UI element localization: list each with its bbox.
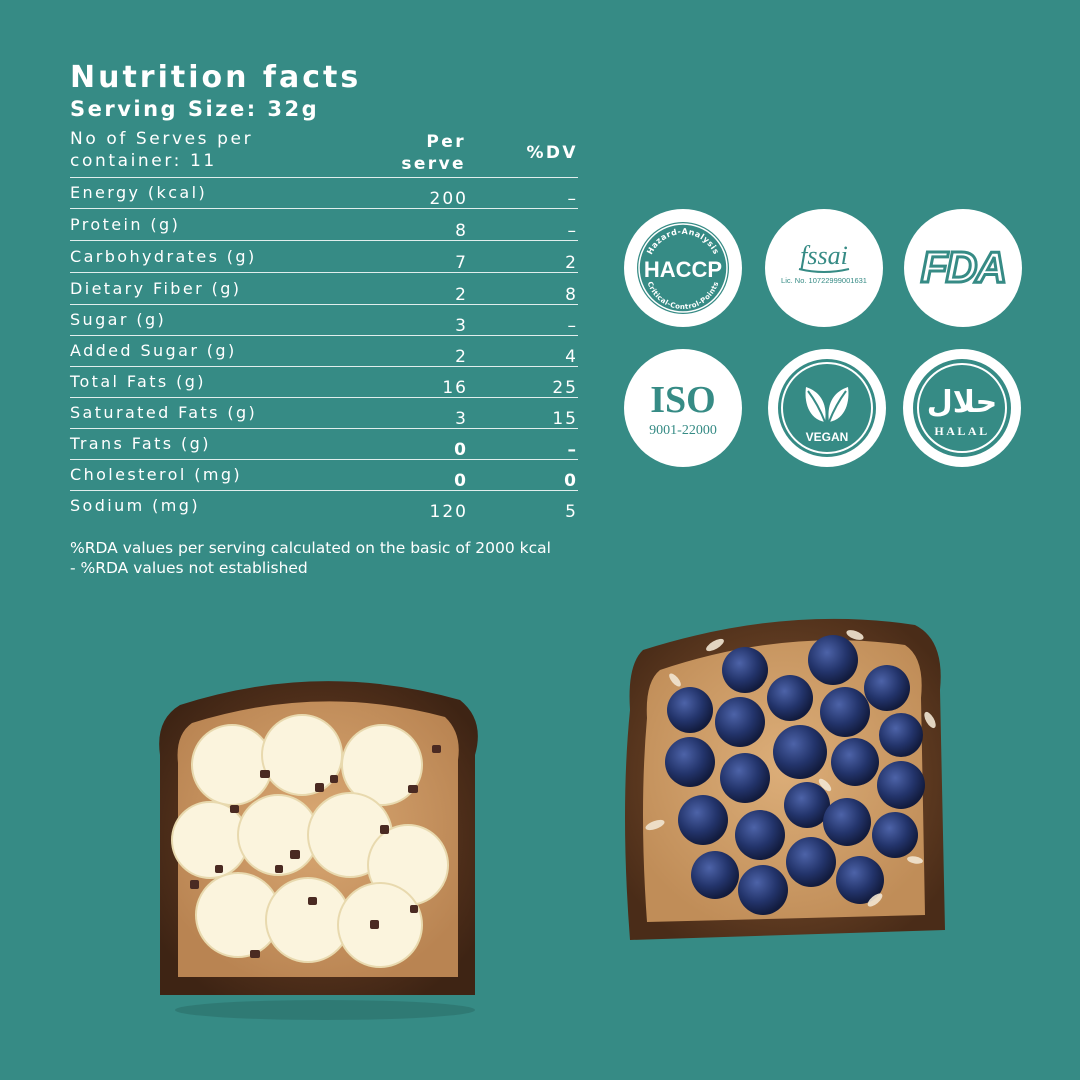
dv-value: 25	[552, 378, 578, 398]
iso-badge: ISO 9001-22000	[624, 349, 742, 467]
haccp-seal-icon: Hazard-Analysis Critical-Control-Points …	[637, 222, 729, 314]
dv-value: –	[567, 316, 578, 336]
per-serve-value: 2	[455, 347, 468, 367]
table-row: Total Fats (g) 16 25	[70, 367, 578, 398]
nutrient-label: Sodium (mg)	[70, 496, 200, 515]
nutrient-label: Dietary Fiber (g)	[70, 279, 242, 298]
halal-label: HALAL	[934, 424, 989, 438]
per-serve-value: 200	[429, 189, 468, 209]
iso-logo-icon: ISO 9001-22000	[649, 379, 717, 438]
table-row: Added Sugar (g) 2 4	[70, 336, 578, 367]
nutrient-label: Sugar (g)	[70, 310, 167, 329]
nutrient-label: Trans Fats (g)	[70, 434, 211, 453]
per-serve-value: 16	[442, 378, 468, 398]
fda-badge: FDA	[904, 209, 1022, 327]
haccp-label: HACCP	[644, 257, 722, 282]
dv-value: 5	[565, 502, 578, 522]
banana-toast-image	[159, 681, 478, 1020]
per-serve-value: 120	[429, 502, 468, 522]
column-header-per-serve: Per serve	[401, 132, 466, 174]
nutrient-label: Saturated Fats (g)	[70, 403, 258, 422]
halal-arabic: حلال	[927, 385, 997, 420]
nutrient-label: Total Fats (g)	[70, 372, 206, 391]
table-row: Cholesterol (mg) 0 0	[70, 460, 578, 491]
halal-seal-icon: حلال HALAL	[913, 359, 1011, 457]
footnote-not-established: - %RDA values not established	[70, 559, 308, 577]
dv-value: 15	[552, 409, 578, 429]
dv-value: 8	[565, 285, 578, 305]
nutrient-label: Protein (g)	[70, 215, 181, 234]
footnote: %RDA values per serving calculated on th…	[70, 538, 551, 578]
vegan-leaf-icon: VEGAN	[778, 359, 876, 457]
iso-label: ISO	[650, 379, 715, 421]
per-serve-value: 3	[455, 409, 468, 429]
table-row: Sugar (g) 3 –	[70, 305, 578, 336]
dv-value: 2	[565, 253, 578, 273]
serving-size: Serving Size: 32g	[70, 97, 320, 121]
vegan-badge: VEGAN	[768, 349, 886, 467]
fssai-logo-icon: fssai Lic. No. 10722999001631	[781, 241, 867, 285]
dv-value: –	[567, 440, 578, 460]
dv-value: 0	[564, 471, 578, 491]
dv-value: –	[567, 221, 578, 241]
per-serve-value: 0	[454, 471, 468, 491]
table-row: Energy (kcal) 200 –	[70, 178, 578, 209]
table-row: Saturated Fats (g) 3 15	[70, 398, 578, 429]
nutrient-label: Carbohydrates (g)	[70, 247, 257, 266]
fda-label: FDA	[921, 243, 1005, 292]
nutrient-label: Added Sugar (g)	[70, 341, 237, 360]
per-serve-value: 8	[455, 221, 468, 241]
table-row: Protein (g) 8 –	[70, 210, 578, 241]
per-serve-value: 0	[454, 440, 468, 460]
fssai-badge: fssai Lic. No. 10722999001631	[765, 209, 883, 327]
halal-badge: حلال HALAL	[903, 349, 1021, 467]
table-row: Sodium (mg) 120 5	[70, 491, 578, 522]
fssai-license: Lic. No. 10722999001631	[781, 276, 867, 285]
nutrient-label: Energy (kcal)	[70, 183, 208, 202]
table-row: Dietary Fiber (g) 2 8	[70, 274, 578, 305]
per-serve-value: 3	[455, 316, 468, 336]
dv-value: 4	[565, 347, 578, 367]
column-header-dv: %DV	[526, 143, 578, 163]
blueberry-toast-image	[625, 618, 945, 940]
table-row: Carbohydrates (g) 7 2	[70, 242, 578, 273]
vegan-label: VEGAN	[806, 430, 849, 444]
serves-per-container: No of Serves per container: 11	[70, 129, 254, 171]
footnote-rda: %RDA values per serving calculated on th…	[70, 539, 551, 557]
dv-value: –	[567, 189, 578, 209]
per-serve-value: 7	[455, 253, 468, 273]
fssai-label: fssai	[800, 241, 848, 270]
per-serve-value: 2	[455, 285, 468, 305]
fda-logo-icon: FDA	[919, 242, 1008, 294]
nutrition-title: Nutrition facts	[70, 60, 362, 95]
iso-number: 9001-22000	[649, 423, 717, 438]
nutrient-label: Cholesterol (mg)	[70, 465, 243, 484]
haccp-badge: Hazard-Analysis Critical-Control-Points …	[624, 209, 742, 327]
table-row: Trans Fats (g) 0 –	[70, 429, 578, 460]
